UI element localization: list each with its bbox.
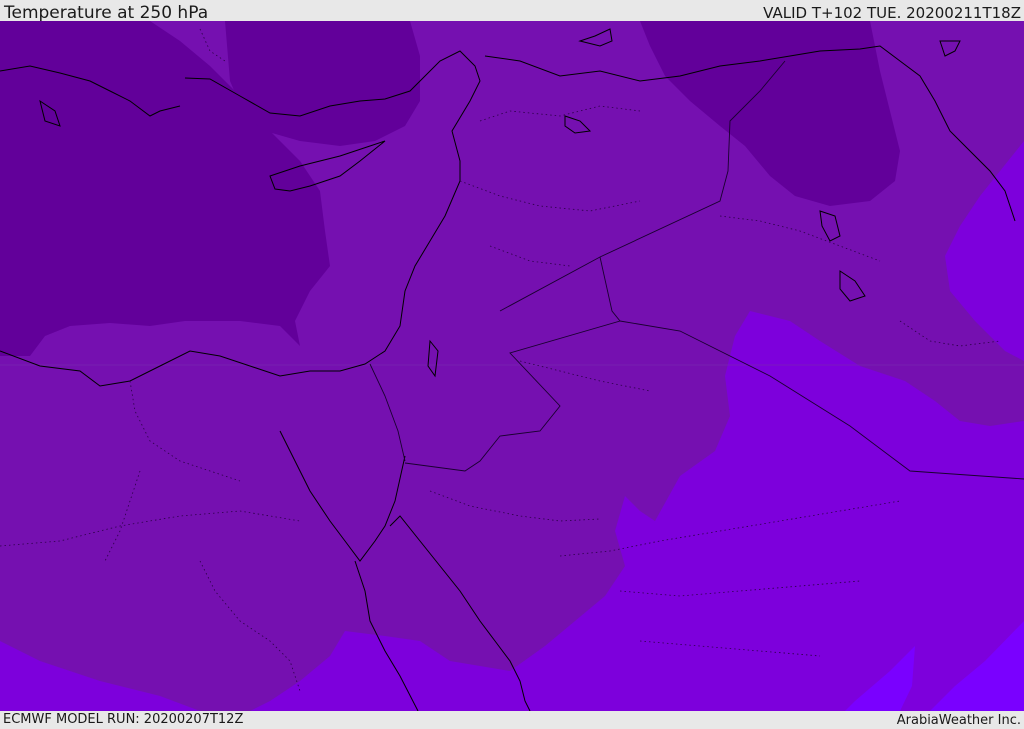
model-run-label: ECMWF MODEL RUN: 20200207T12Z bbox=[3, 712, 244, 727]
map-title: Temperature at 250 hPa bbox=[4, 3, 209, 23]
footer-bar: ECMWF MODEL RUN: 20200207T12Z ArabiaWeat… bbox=[0, 711, 1024, 729]
credit-label: ArabiaWeather Inc. bbox=[896, 713, 1021, 728]
temperature-map[interactable] bbox=[0, 21, 1024, 711]
header-bar: Temperature at 250 hPa VALID T+102 TUE. … bbox=[0, 0, 1024, 23]
valid-time-label: VALID T+102 TUE. 20200211T18Z bbox=[763, 4, 1021, 22]
